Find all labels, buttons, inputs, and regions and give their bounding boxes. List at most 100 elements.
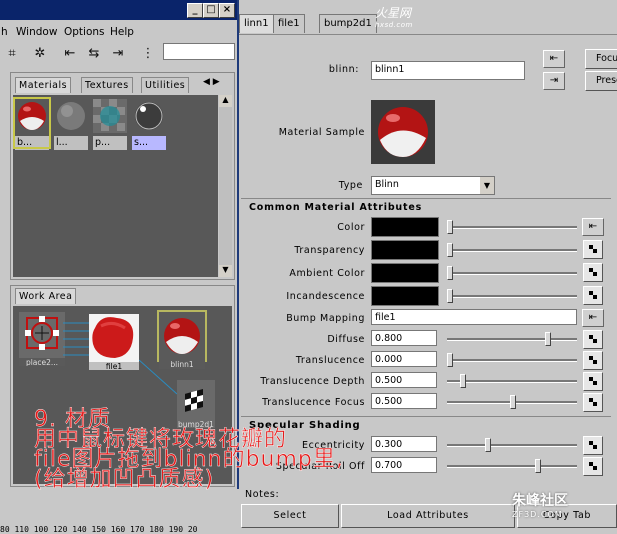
lambert-ball-icon [54, 99, 88, 133]
materials-area[interactable]: b... l... p... s... [13, 95, 218, 277]
ambient-swatch[interactable] [371, 263, 439, 283]
eccentricity-label: Eccentricity [302, 440, 365, 451]
place2d-node[interactable] [19, 312, 65, 358]
diffuse-field[interactable]: 0.800 [371, 330, 437, 346]
menu-window[interactable]: Window [16, 26, 57, 38]
focus-button[interactable]: Focu [585, 49, 617, 69]
specular-section-title[interactable]: Specular Shading [249, 420, 361, 431]
bump-node[interactable]: bump2d1 [177, 380, 215, 428]
checker-map-icon[interactable] [583, 372, 603, 391]
tab-utilities[interactable]: Utilities [141, 77, 190, 93]
color-swatch[interactable] [371, 217, 439, 237]
tab-file1[interactable]: file1 [273, 14, 305, 33]
incandescence-slider[interactable] [447, 295, 577, 298]
maximize-button[interactable]: □ [203, 3, 219, 18]
ambient-slider-knob[interactable] [447, 266, 453, 280]
translucence-focus-label: Translucence Focus [262, 397, 365, 408]
input-output-icon[interactable]: ⇆ [84, 44, 104, 64]
blinn-node[interactable] [157, 310, 207, 362]
translucence-slider-knob[interactable] [447, 353, 453, 367]
bump-mapping-field[interactable]: file1 [371, 309, 577, 325]
swatch-label: l... [54, 136, 88, 150]
toolbar-input[interactable] [163, 43, 235, 60]
menu-partial[interactable]: h [1, 26, 8, 38]
translucence-focus-slider-knob[interactable] [510, 395, 516, 409]
bump-mapping-label: Bump Mapping [286, 313, 365, 324]
file-node[interactable] [89, 314, 139, 362]
swatch-lambert[interactable]: l... [54, 99, 88, 150]
rearrange-graph-icon[interactable]: ⋮ [138, 44, 158, 64]
checker-map-icon[interactable] [583, 393, 603, 412]
scroll-up-icon[interactable]: ▲ [219, 95, 232, 107]
blinn-sphere-icon [164, 318, 200, 354]
color-slider-knob[interactable] [447, 220, 453, 234]
place2d-icon [25, 316, 59, 350]
scroll-down-icon[interactable]: ▼ [219, 265, 232, 277]
menu-options[interactable]: Options [64, 26, 105, 38]
transparency-slider-knob[interactable] [447, 243, 453, 257]
work-area[interactable]: place2... file1 blinn1 bump2d1 [13, 306, 232, 484]
swatch-blinn[interactable]: b... [13, 97, 51, 150]
checker-map-icon[interactable] [583, 263, 603, 282]
eccentricity-field[interactable]: 0.300 [371, 436, 437, 452]
hypershade-title-bar[interactable]: _ □ × [0, 0, 237, 20]
translucence-slider[interactable] [447, 359, 577, 362]
graph-icon[interactable]: ⌗ [2, 44, 22, 64]
tab-textures[interactable]: Textures [81, 77, 133, 93]
tab-scroll-arrows[interactable]: ◀ ▶ [203, 77, 220, 87]
diffuse-slider[interactable] [447, 338, 577, 341]
tab-work-area[interactable]: Work Area [15, 288, 77, 304]
minimize-button[interactable]: _ [187, 3, 203, 18]
swatch-shader[interactable]: s... [132, 99, 166, 150]
menu-help[interactable]: Help [110, 26, 134, 38]
common-section-title[interactable]: Common Material Attributes [249, 202, 422, 213]
incandescence-swatch[interactable] [371, 286, 439, 306]
translucence-field[interactable]: 0.000 [371, 351, 437, 367]
translucence-depth-slider-knob[interactable] [460, 374, 466, 388]
ambient-slider[interactable] [447, 272, 577, 275]
incandescence-slider-knob[interactable] [447, 289, 453, 303]
transparency-label: Transparency [294, 245, 365, 256]
checker-map-icon[interactable] [583, 351, 603, 370]
translucence-depth-slider[interactable] [447, 380, 577, 383]
diffuse-label: Diffuse [327, 334, 365, 345]
tab-bump2d1[interactable]: bump2d1 [319, 14, 377, 33]
input-connections-icon[interactable]: ⇤ [60, 44, 80, 64]
checker-map-icon[interactable] [583, 436, 603, 455]
bump-checker-icon [185, 389, 203, 412]
specular-rolloff-field[interactable]: 0.700 [371, 457, 437, 473]
bump-map-icon[interactable]: ⇤ [582, 309, 604, 327]
checker-map-icon[interactable] [583, 457, 603, 476]
tab-blinn1[interactable]: linn1 [239, 14, 274, 33]
materials-scrollbar[interactable]: ▲ ▼ [219, 95, 232, 277]
transparency-slider[interactable] [447, 249, 577, 252]
tab-materials[interactable]: Materials [15, 77, 72, 93]
checker-map-icon[interactable] [583, 240, 603, 259]
select-button[interactable]: Select [241, 504, 339, 528]
specular-rolloff-slider[interactable] [447, 465, 577, 468]
focus-output-icon[interactable]: ⇥ [543, 72, 565, 90]
checker-map-icon[interactable] [583, 286, 603, 305]
color-map-icon[interactable]: ⇤ [582, 218, 604, 236]
presets-button[interactable]: Prese [585, 71, 617, 91]
type-dropdown[interactable]: Blinn ▼ [371, 176, 495, 195]
checker-map-icon[interactable] [583, 330, 603, 349]
focus-input-icon[interactable]: ⇤ [543, 50, 565, 68]
diffuse-slider-knob[interactable] [545, 332, 551, 346]
load-attributes-button[interactable]: Load Attributes [341, 504, 515, 528]
color-slider[interactable] [447, 226, 577, 229]
specular-rolloff-slider-knob[interactable] [535, 459, 541, 473]
translucence-depth-field[interactable]: 0.500 [371, 372, 437, 388]
translucence-focus-field[interactable]: 0.500 [371, 393, 437, 409]
name-field[interactable]: blinn1 [371, 61, 525, 80]
eccentricity-slider-knob[interactable] [485, 438, 491, 452]
network-icon[interactable]: ✲ [30, 44, 50, 64]
work-area-pane: Work Area place2... file1 blinn1 bump2d1 [10, 285, 235, 487]
transparency-swatch[interactable] [371, 240, 439, 260]
eccentricity-slider[interactable] [447, 444, 577, 447]
shader-tabs-pane: Materials Textures Utilities ◀ ▶ b... l.… [10, 72, 235, 280]
chevron-down-icon[interactable]: ▼ [480, 177, 494, 194]
close-button[interactable]: × [219, 3, 235, 18]
swatch-particle[interactable]: p... [93, 99, 127, 150]
output-connections-icon[interactable]: ⇥ [108, 44, 128, 64]
